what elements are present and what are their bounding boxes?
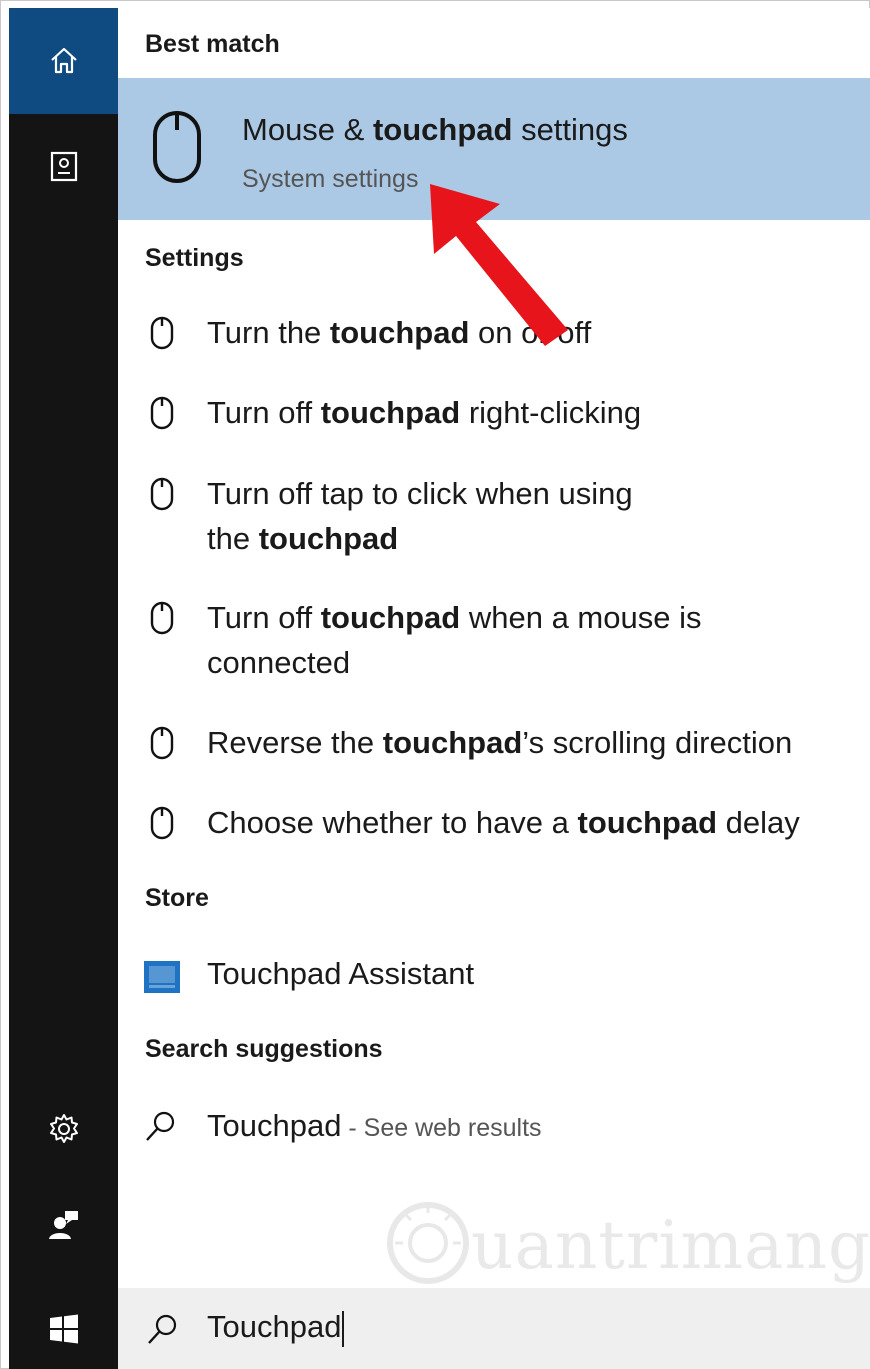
home-button[interactable] [9,8,118,114]
settings-result-label: Choose whether to have a touchpad delay [207,805,800,840]
mouse-icon [150,396,174,430]
feedback-person-icon [48,1211,78,1239]
mouse-icon [150,726,174,760]
settings-button[interactable] [9,1090,118,1168]
windows-logo-icon [49,1314,78,1344]
settings-result-label: Turn off tap to click when using the tou… [207,476,633,556]
start-button[interactable] [9,1290,118,1368]
search-icon [148,1314,177,1344]
feedback-button[interactable] [9,1186,118,1264]
settings-result-label: Turn off touchpad right-clicking [207,395,642,430]
search-suggestion-0[interactable]: Touchpad - See web results [118,1103,870,1159]
settings-result-1[interactable]: Turn off touchpad right-clicking [118,390,870,446]
notebook-button[interactable] [9,128,118,206]
best-match-title: Mouse & touchpad settings [242,112,628,147]
store-result-0[interactable]: Touchpad Assistant [118,951,870,1007]
search-input[interactable]: Touchpad [207,1309,345,1347]
store-header: Store [145,884,209,912]
settings-result-4[interactable]: Reverse the touchpad’s scrolling directi… [118,720,870,776]
mouse-icon [150,316,174,350]
home-icon [50,47,77,74]
settings-header: Settings [145,244,244,272]
best-match-header: Best match [145,30,280,58]
store-result-label: Touchpad Assistant [207,956,475,991]
red-annotation-arrow [430,184,568,346]
mouse-icon [150,477,174,511]
best-match-subtitle: System settings [242,165,419,193]
start-sidebar [9,8,118,1369]
mouse-icon [150,806,174,840]
mouse-icon [150,601,174,635]
settings-result-label: Reverse the touchpad’s scrolling directi… [207,725,793,760]
search-suggestions-header: Search suggestions [145,1035,383,1063]
store-app-tile-icon [144,961,180,993]
search-box[interactable]: Touchpad [118,1288,870,1369]
mouse-icon [153,111,201,183]
search-icon [146,1111,175,1141]
settings-result-2[interactable]: Turn off tap to click when using the tou… [118,471,870,571]
notebook-icon [50,151,77,182]
settings-result-5[interactable]: Choose whether to have a touchpad delay [118,800,870,856]
settings-result-3[interactable]: Turn off touchpad when a mouse is connec… [118,595,870,695]
search-suggestion-label: Touchpad - See web results [207,1108,542,1143]
settings-gear-icon [49,1114,78,1143]
settings-result-label: Turn off touchpad when a mouse is connec… [207,600,702,680]
text-caret [342,1310,345,1347]
